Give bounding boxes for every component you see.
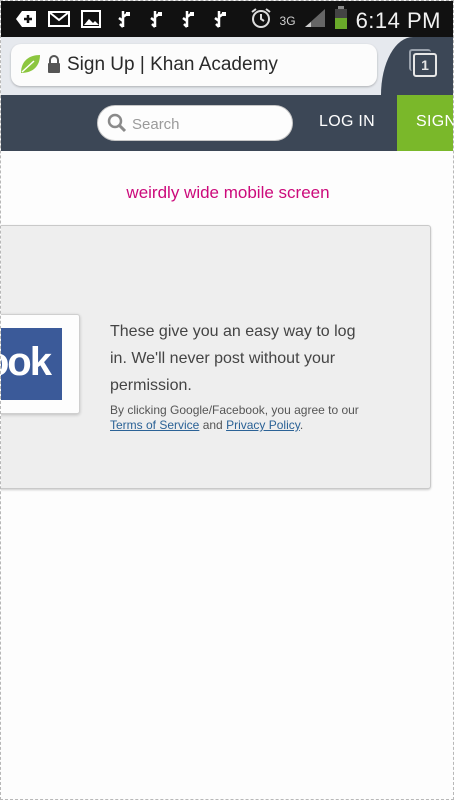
signup-label: SIGN UP [416,113,454,130]
browser-toolbar: Sign Up | Khan Academy 1 [1,37,453,95]
add-icon [15,8,39,30]
legal-notice: By clicking Google/Facebook, you agree t… [110,403,360,433]
address-bar[interactable]: Sign Up | Khan Academy [11,44,377,86]
notification-icons [15,8,231,30]
khan-academy-leaf-icon [19,53,41,80]
facebook-login-button[interactable]: ook [1,314,80,414]
search-box[interactable] [97,105,293,141]
mail-icon [47,8,71,30]
system-icons: 3G 6:14 PM [250,6,441,35]
tab-switcher-button[interactable]: 1 [381,37,453,95]
privacy-policy-link[interactable]: Privacy Policy [226,418,300,432]
site-header: LOG IN SIGN UP [1,95,454,151]
signal-icon [304,8,326,33]
usb-icon [175,8,199,30]
legal-suffix: . [299,418,304,432]
network-type: 3G [279,13,296,28]
social-login-card: ook These give you an easy way to log in… [1,225,431,489]
legal-prefix: By clicking Google/Facebook, you agree t… [110,403,359,417]
usb-icon [207,8,231,30]
usb-icon [143,8,167,30]
battery-icon [334,6,348,35]
terms-of-service-link[interactable]: Terms of Service [110,418,199,432]
screen: 3G 6:14 PM Sign Up | Khan Academy 1 Sear… [0,0,454,800]
signup-button[interactable]: SIGN UP [397,95,454,151]
page-title: Sign Up | Khan Academy [67,54,278,75]
facebook-logo: ook [1,328,62,400]
login-link[interactable]: LOG IN [319,113,375,131]
clock: 6:14 PM [355,7,441,33]
legal-and: and [199,418,227,432]
social-login-message: These give you an easy way to log in. We… [110,323,356,394]
usb-icon [111,8,135,30]
tab-count: 1 [413,53,437,77]
subtitle-text: weirdly wide mobile screen [126,183,330,202]
search-icon [107,113,127,138]
facebook-logo-text: ook [1,340,52,384]
status-bar: 3G 6:14 PM [1,1,453,37]
search-input[interactable] [130,112,284,136]
lock-icon [47,55,61,78]
alarm-icon [250,7,272,34]
image-icon [79,8,103,30]
